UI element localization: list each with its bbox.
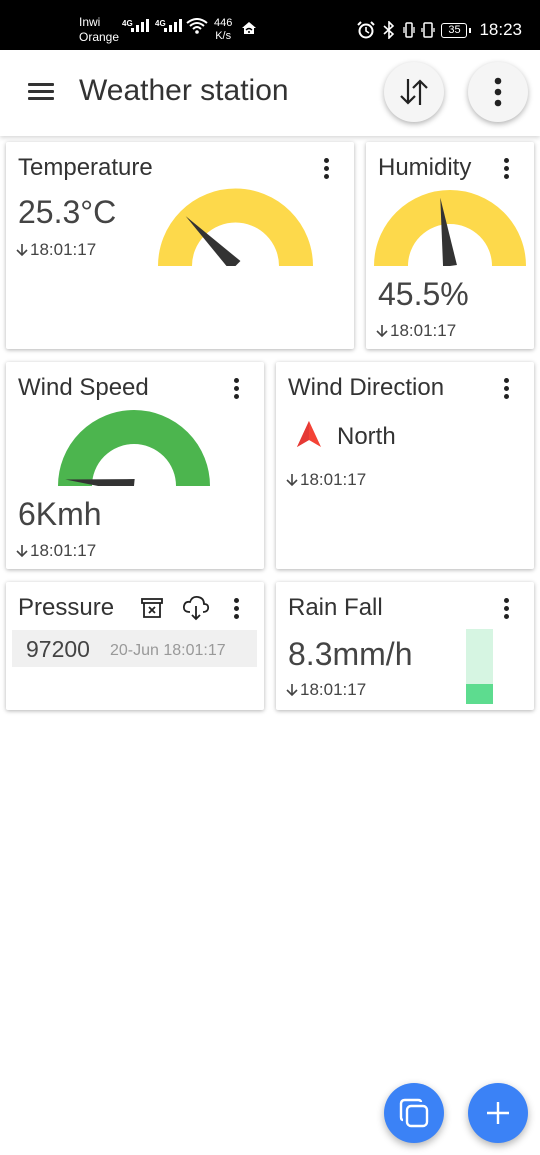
sort-button[interactable] — [384, 62, 444, 122]
speed-unit: K/s — [215, 30, 232, 42]
copy-fab[interactable] — [384, 1083, 444, 1143]
temperature-value: 25.3°C — [18, 194, 117, 230]
delete-icon[interactable] — [140, 596, 164, 620]
carrier-1: Inwi — [79, 15, 101, 29]
carrier-names: Inwi Orange — [79, 15, 119, 45]
sort-icon — [400, 79, 428, 105]
arrow-down-icon — [16, 244, 28, 257]
timestamp: 18:01:17 — [16, 541, 96, 561]
arrow-down-icon — [286, 684, 298, 697]
timestamp: 18:01:17 — [286, 470, 366, 490]
alarm-icon — [357, 21, 376, 39]
card-title: Rain Fall — [288, 594, 383, 621]
bluetooth-icon — [383, 21, 395, 39]
app-bar: Weather station — [0, 50, 540, 136]
more-vertical-icon[interactable] — [319, 156, 335, 182]
timestamp: 18:01:17 — [376, 321, 456, 341]
card-title: Pressure — [18, 594, 115, 621]
temperature-gauge — [158, 188, 313, 266]
rain-level-bar — [466, 629, 493, 704]
more-vertical-icon — [494, 77, 502, 107]
rain-fall-card[interactable]: Rain Fall 8.3mm/h 18:01:17 — [276, 582, 534, 710]
network-speed: 446 K/s — [214, 17, 232, 43]
speed-value: 446 — [214, 17, 233, 29]
wind-direction-value: North — [337, 423, 396, 450]
arrow-down-icon — [286, 474, 298, 487]
more-vertical-icon[interactable] — [499, 156, 515, 182]
pressure-row: 97200 20-Jun 18:01:17 — [12, 630, 257, 667]
more-vertical-icon[interactable] — [229, 596, 245, 622]
direction-arrow-icon — [297, 421, 321, 447]
card-title: Temperature — [18, 154, 153, 181]
wind-speed-gauge — [58, 410, 210, 486]
nfc-icon — [421, 22, 436, 38]
timestamp-text: 18:01:17 — [30, 541, 97, 560]
timestamp-text: 18:01:17 — [300, 680, 367, 699]
rain-fall-value: 8.3mm/h — [288, 636, 413, 672]
status-bar: Inwi Orange 4G 4G 446 K/s 35 18:23 — [0, 0, 540, 50]
menu-icon[interactable] — [26, 81, 56, 103]
arrow-down-icon — [376, 325, 388, 338]
carrier-2: Orange — [79, 30, 120, 44]
signal-icon — [164, 18, 182, 32]
timestamp: 18:01:17 — [16, 240, 96, 260]
timestamp-text: 18:01:17 — [30, 240, 97, 259]
timestamp-text: 18:01:17 — [390, 321, 457, 340]
more-vertical-icon[interactable] — [499, 596, 515, 622]
humidity-card[interactable]: Humidity 45.5% 18:01:17 — [366, 142, 534, 349]
pressure-date: 20-Jun 18:01:17 — [110, 642, 226, 659]
clock: 18:23 — [479, 20, 522, 39]
copy-icon — [399, 1098, 429, 1128]
pressure-card[interactable]: Pressure 97200 20-Jun 18:01:17 — [6, 582, 264, 710]
card-title: Wind Direction — [288, 374, 445, 401]
overflow-menu-button[interactable] — [468, 62, 528, 122]
battery-icon: 35 — [441, 22, 472, 38]
signal-icon — [131, 18, 149, 32]
rain-level-fill — [466, 683, 493, 704]
vibrate-icon — [403, 22, 416, 38]
more-vertical-icon[interactable] — [499, 376, 515, 402]
plus-icon — [487, 1102, 509, 1124]
arrow-down-icon — [16, 545, 28, 558]
status-right: 35 18:23 — [357, 20, 522, 40]
pressure-value: 97200 — [26, 636, 90, 662]
home-wifi-icon — [242, 22, 256, 34]
wind-speed-card[interactable]: Wind Speed 6Kmh 18:01:17 — [6, 362, 264, 569]
add-fab[interactable] — [468, 1083, 528, 1143]
temperature-card[interactable]: Temperature 25.3°C 18:01:17 — [6, 142, 354, 349]
humidity-value: 45.5% — [378, 276, 469, 312]
wifi-icon — [186, 18, 208, 34]
wind-speed-value: 6Kmh — [18, 496, 102, 532]
timestamp: 18:01:17 — [286, 680, 366, 700]
cloud-download-icon[interactable] — [182, 595, 210, 621]
more-vertical-icon[interactable] — [229, 376, 245, 402]
humidity-gauge — [374, 190, 526, 266]
wind-direction-card[interactable]: Wind Direction North 18:01:17 — [276, 362, 534, 569]
app-title: Weather station — [79, 74, 289, 107]
timestamp-text: 18:01:17 — [300, 470, 367, 489]
card-title: Humidity — [378, 154, 472, 181]
card-title: Wind Speed — [18, 374, 149, 401]
